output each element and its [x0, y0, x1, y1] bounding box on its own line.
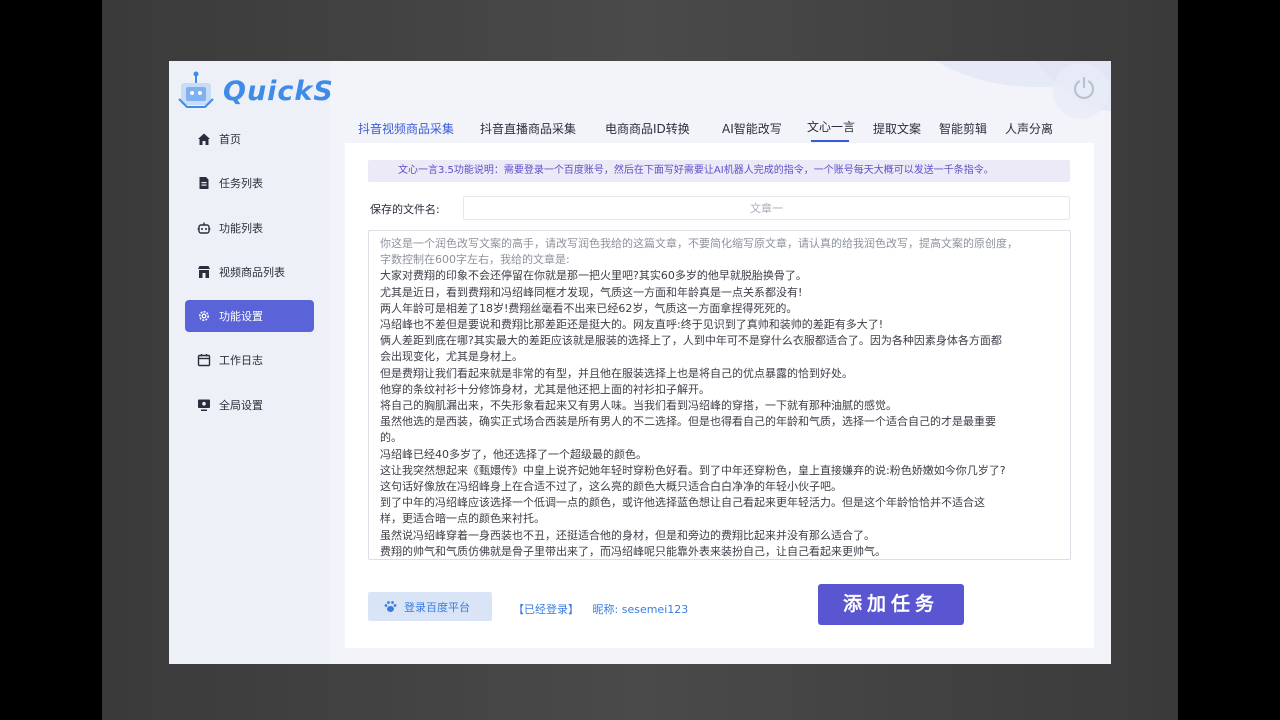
prompt-line: 这让我突然想起来《甄嬛传》中皇上说齐妃她年轻时穿粉色好看。到了中年还穿粉色，皇上…	[380, 463, 1006, 477]
main-panel: 文心一言3.5功能说明：需要登录一个百度账号，然后在下面写好需要让AI机器人完成…	[345, 143, 1094, 648]
tab-douyin-video-collect[interactable]: 抖音视频商品采集	[358, 120, 454, 137]
logo-text: QuickS	[223, 76, 334, 107]
sidebar-item-global-settings[interactable]: 全局设置	[185, 389, 314, 421]
sidebar: QuickS 首页 任务列表 功能列表 视频商品列表 功能设置 工作日志 全局设…	[169, 61, 333, 664]
tab-douyin-live-collect[interactable]: 抖音直播商品采集	[480, 120, 576, 137]
sidebar-item-label: 任务列表	[219, 177, 263, 191]
sidebar-item-label: 全局设置	[219, 398, 263, 412]
prompt-line: 这句话好像放在冯绍峰身上在合适不过了，这么亮的颜色大概只适合白白净净的年轻小伙子…	[380, 480, 842, 494]
store-icon	[198, 265, 210, 278]
prompt-line: 两人年龄可是相差了18岁!费翔丝毫看不出来已经62岁，气质这一方面拿捏得死死的。	[380, 301, 798, 315]
login-status: 【已经登录】	[513, 603, 579, 616]
sidebar-nav: 首页 任务列表 功能列表 视频商品列表 功能设置 工作日志 全局设置	[185, 123, 314, 433]
baidu-login-button[interactable]: 登录百度平台	[368, 592, 492, 621]
sidebar-item-label: 功能列表	[219, 221, 263, 235]
sidebar-item-function-settings[interactable]: 功能设置	[185, 300, 314, 333]
tab-voice-separation[interactable]: 人声分离	[1005, 120, 1053, 137]
prompt-line: 样，更适合暗一点的颜色来衬托。	[380, 512, 545, 526]
prompt-line: 尤其是近日，看到费翔和冯绍峰同框才发现，气质这一方面和年龄真是一点关系都没有!	[380, 285, 803, 299]
sidebar-item-home[interactable]: 首页	[185, 123, 314, 155]
prompt-line: 字数控制在600字左右，我给的文章是:	[380, 253, 570, 267]
gear-icon	[199, 311, 209, 322]
feature-notice: 文心一言3.5功能说明：需要登录一个百度账号，然后在下面写好需要让AI机器人完成…	[368, 160, 1070, 182]
app-logo: QuickS	[177, 69, 333, 109]
sidebar-item-work-log[interactable]: 工作日志	[185, 344, 314, 376]
app-window: QuickS 首页 任务列表 功能列表 视频商品列表 功能设置 工作日志 全局设…	[169, 61, 1111, 664]
monitor-icon	[198, 399, 210, 411]
prompt-line: 的。	[380, 431, 402, 445]
calendar-icon	[197, 354, 211, 367]
filename-input[interactable]	[463, 196, 1070, 220]
sidebar-item-video-products[interactable]: 视频商品列表	[185, 256, 314, 288]
baidu-paw-icon	[384, 601, 397, 612]
prompt-line: 他穿的条纹衬衫十分修饰身材，尤其是他还把上面的衬衫扣子解开。	[380, 382, 710, 396]
prompt-line: 大家对费翔的印象不会还停留在你就是那一把火里吧?其实60多岁的他早就脱胎换骨了。	[380, 269, 807, 283]
quicks-logo-icon	[178, 71, 214, 108]
sidebar-item-label: 首页	[219, 133, 241, 146]
prompt-line: 俩人差距到底在哪?其实最大的差距应该就是服装的选择上了，人到中年可不是穿什么衣服…	[380, 334, 1002, 348]
prompt-line: 到了中年的冯绍峰应该选择一个低调一点的颜色，或许他选择蓝色想让自己看起来更年轻活…	[380, 496, 985, 510]
home-icon	[198, 133, 210, 145]
nickname-value: sesemei123	[621, 603, 689, 616]
tab-ai-rewrite[interactable]: AI智能改写	[722, 120, 782, 137]
prompt-line: 但是费翔让我们看起来就是非常的有型，并且他在服装选择上也是将自己的优点暴露的恰到…	[380, 366, 853, 380]
prompt-textarea[interactable]: 你这是一个润色改写文案的高手，请改写润色我给的这篇文章，不要简化缩写原文章，请认…	[368, 230, 1071, 560]
prompt-line: 冯绍峰已经40多岁了，他还选择了一个超级最的颜色。	[380, 447, 647, 461]
add-task-button[interactable]: 添加任务	[818, 584, 964, 625]
tab-smart-edit[interactable]: 智能剪辑	[939, 120, 987, 137]
nickname-label: 昵称:	[592, 603, 619, 616]
login-status-area: 【已经登录】 昵称: sesemei123	[513, 601, 688, 617]
power-icon[interactable]	[1071, 75, 1097, 101]
active-tab-indicator	[811, 140, 849, 142]
sidebar-item-function-list[interactable]: 功能列表	[185, 212, 314, 244]
prompt-line: 虽然他选的是西装，确实正式场合西装是所有男人的不二选择。但是也得看自己的年龄和气…	[380, 415, 996, 429]
robot-icon	[197, 222, 211, 234]
sidebar-item-task-list[interactable]: 任务列表	[185, 167, 314, 199]
baidu-login-label: 登录百度平台	[404, 601, 470, 614]
tab-wenxin-yiyan[interactable]: 文心一言	[807, 118, 855, 135]
prompt-line: 你这是一个润色改写文案的高手，请改写润色我给的这篇文章，不要简化缩写原文章，请认…	[380, 237, 1018, 250]
tab-extract-copy[interactable]: 提取文案	[873, 120, 921, 137]
sidebar-item-label: 视频商品列表	[219, 265, 285, 279]
prompt-line: 冯绍峰也不差但是要说和费翔比那差距还是挺大的。网友直呼:终于见识到了真帅和装帅的…	[380, 318, 884, 332]
prompt-line: 费翔的帅气和气质仿佛就是骨子里带出来了，而冯绍峰呢只能靠外表来装扮自己，让自己看…	[380, 544, 886, 558]
document-icon	[199, 177, 209, 190]
tab-ecommerce-id-convert[interactable]: 电商商品ID转换	[605, 120, 690, 137]
prompt-line: 将自己的胸肌漏出来，不失形象看起来又有男人味。当我们看到冯绍峰的穿搭，一下就有那…	[380, 399, 897, 413]
sidebar-item-label: 功能设置	[219, 310, 263, 324]
sidebar-item-label: 工作日志	[219, 354, 263, 368]
prompt-line: 虽然说冯绍峰穿着一身西装也不丑，还挺适合他的身材，但是和旁边的费翔比起来并没有那…	[380, 528, 875, 542]
filename-label: 保存的文件名:	[370, 203, 440, 216]
prompt-line: 会出现变化，尤其是身材上。	[380, 350, 523, 364]
